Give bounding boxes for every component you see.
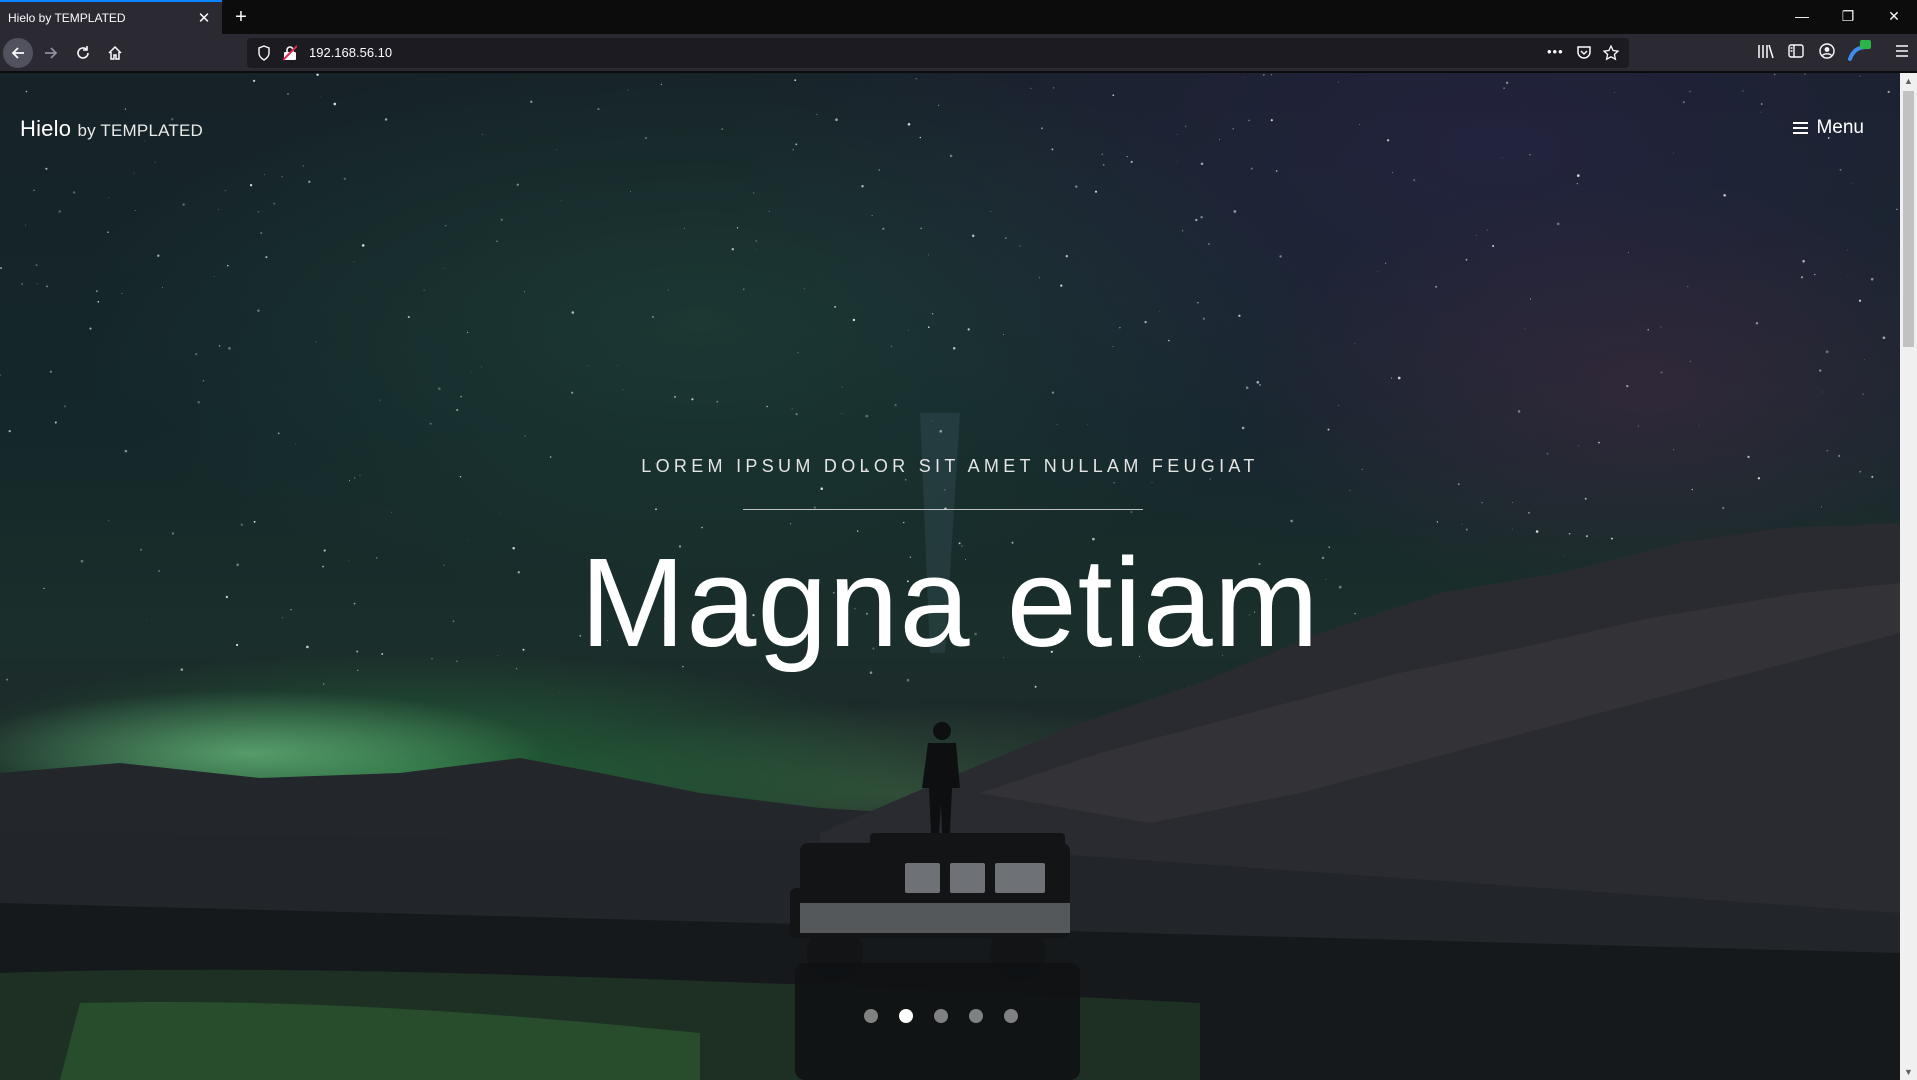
hamburger-menu-icon[interactable] — [1894, 43, 1910, 59]
back-button[interactable] — [3, 38, 33, 68]
hamburger-icon — [1793, 122, 1809, 134]
close-tab-icon[interactable]: ✕ — [194, 9, 214, 27]
tracking-shield-icon[interactable] — [257, 45, 271, 61]
minimize-button[interactable]: — — [1779, 0, 1825, 34]
nav-toolbar: 192.168.56.10 ••• — [0, 34, 1917, 72]
url-bar[interactable]: 192.168.56.10 ••• — [247, 38, 1629, 68]
hero-title: Magna etiam — [580, 532, 1320, 673]
slider-dot[interactable] — [1004, 1009, 1018, 1023]
slider-dot[interactable] — [969, 1009, 983, 1023]
back-arrow-icon — [11, 47, 24, 59]
menu-label: Menu — [1816, 117, 1864, 138]
new-tab-button[interactable]: + — [228, 4, 254, 30]
reload-button[interactable] — [68, 39, 98, 67]
scroll-thumb[interactable] — [1903, 91, 1914, 347]
forward-button[interactable] — [36, 39, 66, 67]
logo-main-text: Hielo — [20, 116, 72, 141]
scroll-down-arrow[interactable]: ▼ — [1900, 1064, 1917, 1080]
scroll-up-arrow[interactable]: ▲ — [1900, 73, 1917, 89]
slider-dot[interactable] — [899, 1009, 913, 1023]
bookmark-star-icon[interactable] — [1603, 45, 1619, 61]
page-scrollbar[interactable]: ▲ ▼ — [1900, 73, 1917, 1080]
site-logo[interactable]: Hielo by TEMPLATED — [20, 116, 203, 142]
home-icon — [108, 45, 122, 60]
insecure-lock-icon[interactable] — [283, 45, 297, 61]
url-text[interactable]: 192.168.56.10 — [309, 45, 392, 60]
forward-arrow-icon — [45, 47, 58, 59]
browser-tab[interactable]: Hielo by TEMPLATED ✕ — [0, 0, 222, 34]
reload-icon — [77, 46, 89, 59]
home-button[interactable] — [100, 39, 130, 67]
pocket-icon[interactable] — [1576, 45, 1592, 60]
sidebar-icon[interactable] — [1788, 43, 1804, 59]
slider-pagination — [864, 1009, 1018, 1023]
extension-icon — [1848, 40, 1871, 61]
account-icon[interactable] — [1819, 43, 1835, 59]
hero-subtitle: LOREM IPSUM DOLOR SIT AMET NULLAM FEUGIA… — [641, 456, 1259, 476]
tab-title: Hielo by TEMPLATED — [8, 11, 126, 25]
library-icon[interactable] — [1757, 43, 1775, 59]
tab-strip: Hielo by TEMPLATED ✕ + — ❐ ✕ — [0, 0, 1917, 34]
hero-divider — [743, 509, 1143, 510]
restore-button[interactable]: ❐ — [1825, 0, 1871, 34]
slider-dot[interactable] — [934, 1009, 948, 1023]
close-window-button[interactable]: ✕ — [1871, 0, 1917, 34]
page-viewport: Hielo by TEMPLATED Menu LOREM IPSUM DOLO… — [0, 73, 1900, 1080]
logo-sub-text: by TEMPLATED — [77, 121, 203, 140]
slider-dot[interactable] — [864, 1009, 878, 1023]
page-actions-icon[interactable]: ••• — [1547, 44, 1564, 59]
menu-button[interactable]: Menu — [1793, 117, 1864, 139]
extension-button[interactable] — [1847, 39, 1871, 65]
